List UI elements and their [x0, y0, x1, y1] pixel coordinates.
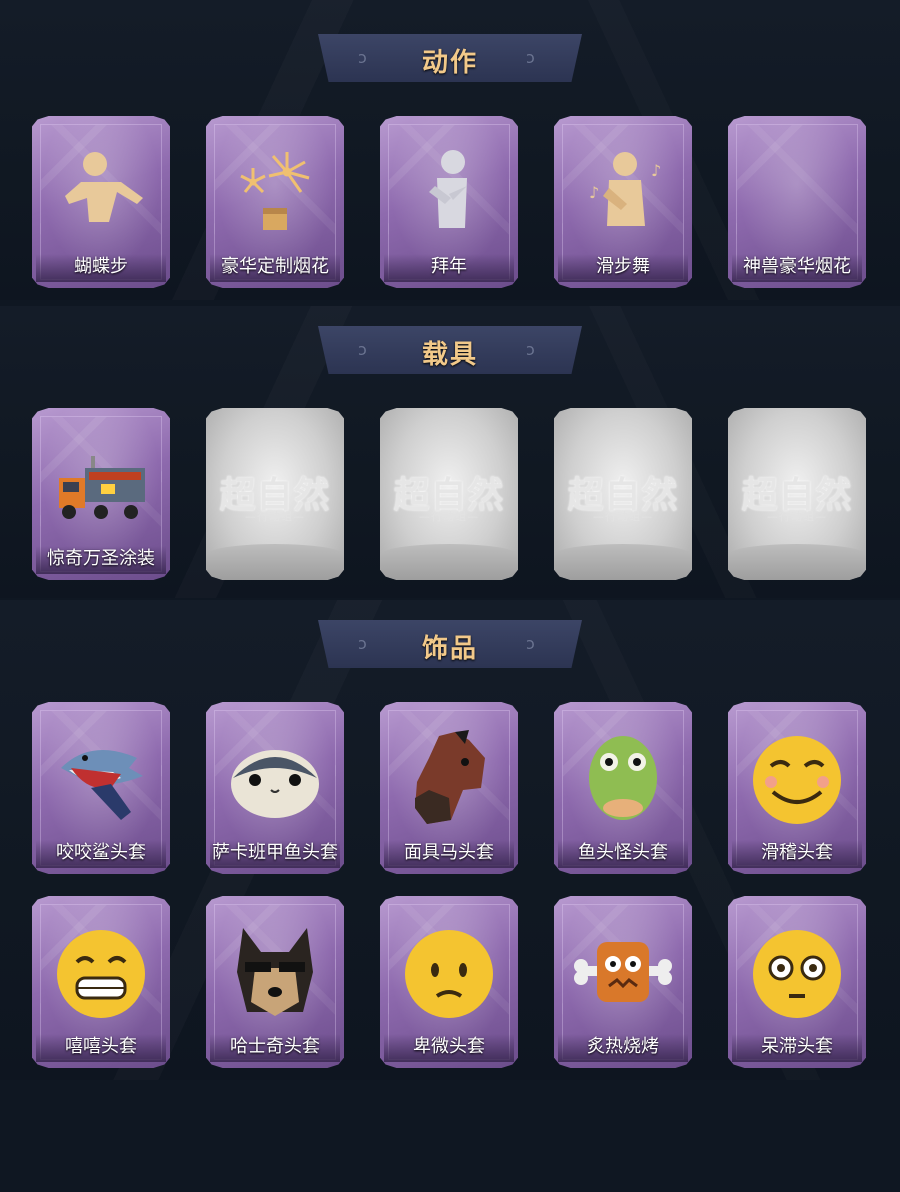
item-label: 滑稽头套	[761, 842, 833, 863]
item-card-slide-dance[interactable]: ♪ ♪ 滑步舞	[554, 116, 692, 288]
item-card-shark-mask[interactable]: 咬咬鲨头套	[32, 702, 170, 874]
item-card-beast-fireworks[interactable]: 神兽豪华烟花	[728, 116, 866, 288]
item-label: 呆滞头套	[761, 1036, 833, 1057]
placeholder-card: 超自然 —行动组—	[206, 408, 344, 580]
item-label: 面具马头套	[404, 842, 494, 863]
placeholder-card: 超自然 —行动组—	[380, 408, 518, 580]
shark-mask-icon	[61, 750, 143, 820]
dazed-emoji-mask-icon	[753, 930, 841, 1018]
section-title: 载具	[421, 340, 478, 370]
item-card-butterfly-step[interactable]: 蝴蝶步	[32, 116, 170, 288]
item-label: 神兽豪华烟花	[743, 256, 851, 277]
svg-text:♪: ♪	[651, 161, 661, 180]
item-card-new-year-greeting[interactable]: 拜年	[380, 116, 518, 288]
item-label: 咬咬鲨头套	[56, 842, 146, 863]
item-card-hot-bbq[interactable]: 炙热烧烤	[554, 896, 692, 1068]
item-label: 惊奇万圣涂装	[47, 548, 155, 569]
item-label: 拜年	[431, 256, 467, 277]
halloween-truck-icon	[59, 456, 145, 519]
placeholder-logo-subtitle: —行动组—	[593, 510, 653, 523]
item-card-funny-mask[interactable]: 滑稽头套	[728, 702, 866, 874]
section-header-accessories: ↄ 饰品 ↄ	[318, 620, 582, 668]
item-card-dazed-mask[interactable]: 呆滞头套	[728, 896, 866, 1068]
item-label: 炙热烧烤	[587, 1036, 659, 1057]
smirk-emoji-mask-icon	[753, 736, 841, 824]
fireworks-icon	[240, 152, 310, 230]
horse-mask-icon	[415, 730, 485, 824]
item-label: 蝴蝶步	[74, 256, 128, 277]
item-label: 卑微头套	[413, 1036, 485, 1057]
section-title: 饰品	[421, 634, 478, 664]
fish-mask-icon	[231, 750, 319, 818]
pleading-emoji-mask-icon	[405, 930, 493, 1018]
item-label: 哈士奇头套	[230, 1036, 320, 1057]
grin-emoji-mask-icon	[57, 930, 145, 1018]
swirl-icon: ↄ	[526, 340, 535, 359]
swirl-icon: ↄ	[526, 634, 535, 653]
item-card-sacabambaspis-mask[interactable]: 萨卡班甲鱼头套	[206, 702, 344, 874]
placeholder-logo-subtitle: —行动组—	[245, 510, 305, 523]
item-card-grin-mask[interactable]: 嘻嘻头套	[32, 896, 170, 1068]
meat-mask-icon	[574, 942, 672, 1002]
swirl-icon: ↄ	[526, 48, 535, 67]
item-label: 萨卡班甲鱼头套	[212, 842, 338, 863]
svg-text:♪: ♪	[589, 183, 599, 202]
item-label: 豪华定制烟花	[221, 256, 329, 277]
item-card-husky-mask[interactable]: 哈士奇头套	[206, 896, 344, 1068]
dance-icon: ♪ ♪	[589, 152, 661, 226]
item-card-horse-mask[interactable]: 面具马头套	[380, 702, 518, 874]
section-header-actions: ↄ 动作 ↄ	[318, 34, 582, 82]
placeholder-card: 超自然 —行动组—	[554, 408, 692, 580]
placeholder-logo-subtitle: —行动组—	[419, 510, 479, 523]
item-card-humble-mask[interactable]: 卑微头套	[380, 896, 518, 1068]
husky-mask-icon	[237, 928, 313, 1016]
item-card-fishhead-mask[interactable]: 鱼头怪头套	[554, 702, 692, 874]
item-label: 鱼头怪头套	[578, 842, 668, 863]
dab-pose-icon	[65, 152, 143, 222]
placeholder-card: 超自然 —行动组—	[728, 408, 866, 580]
bow-greeting-icon	[429, 150, 467, 228]
section-title: 动作	[421, 48, 478, 78]
item-card-halloween-skin[interactable]: 惊奇万圣涂装	[32, 408, 170, 580]
item-card-luxury-fireworks[interactable]: 豪华定制烟花	[206, 116, 344, 288]
item-label: 嘻嘻头套	[65, 1036, 137, 1057]
placeholder-logo-subtitle: —行动组—	[767, 510, 827, 523]
item-label: 滑步舞	[596, 256, 650, 277]
fishhead-mask-icon	[589, 736, 657, 820]
section-header-vehicles: ↄ 载具 ↄ	[318, 326, 582, 374]
